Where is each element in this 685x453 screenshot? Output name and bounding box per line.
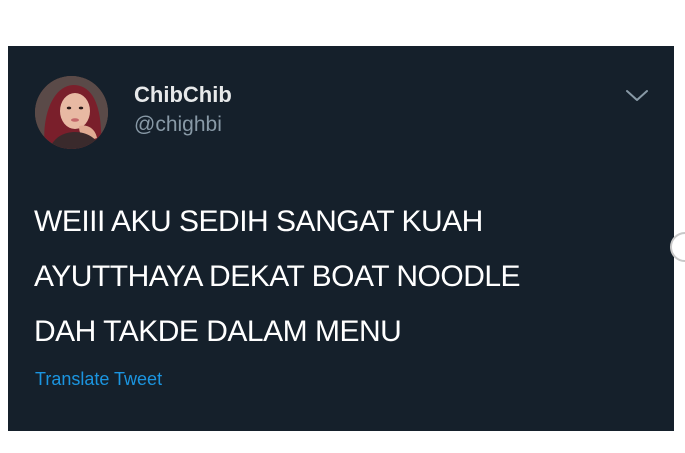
tweet-card: ChibChib @chighbi WEIII AKU SEDIH SANGAT… <box>8 46 674 431</box>
translate-tweet-link[interactable]: Translate Tweet <box>35 368 162 390</box>
display-name[interactable]: ChibChib <box>134 82 232 108</box>
tweet-text: WEIII AKU SEDIH SANGAT KUAH AYUTTHAYA DE… <box>34 194 654 359</box>
user-avatar[interactable] <box>35 76 108 149</box>
tweet-text-line: WEIII AKU SEDIH SANGAT KUAH <box>34 205 483 238</box>
tweet-text-line: DAH TAKDE DALAM MENU <box>34 315 402 348</box>
avatar-photo-icon <box>35 76 108 149</box>
user-handle[interactable]: @chighbi <box>134 112 222 138</box>
chevron-down-icon[interactable] <box>624 86 650 104</box>
tweet-text-line: AYUTTHAYA DEKAT BOAT NOODLE <box>34 260 521 293</box>
